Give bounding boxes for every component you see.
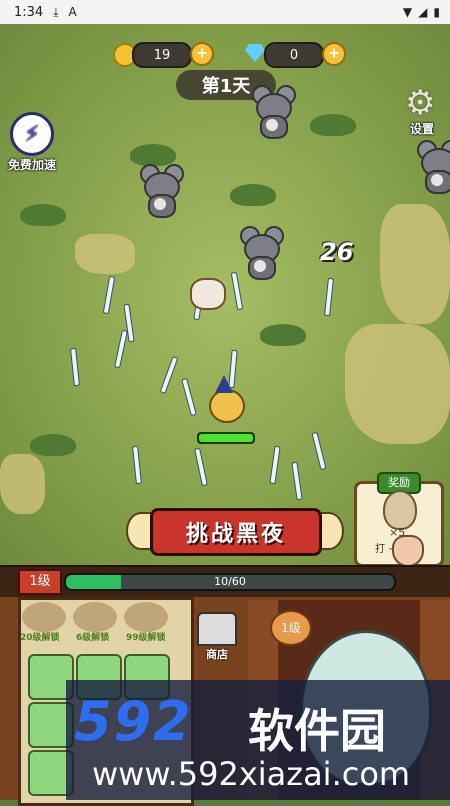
chicken-hero: [205, 375, 245, 425]
damage-number: 26: [320, 238, 354, 266]
unlock-label: 99级解锁: [126, 633, 166, 643]
dirt-patch: [345, 324, 450, 444]
bush: [230, 184, 276, 206]
locked-slot-icon: [73, 602, 117, 632]
add-gems-button[interactable]: +: [322, 42, 346, 66]
gem-value: 0: [289, 47, 299, 63]
settings-button[interactable]: ⚙ 设置: [405, 86, 439, 137]
bush: [260, 324, 306, 346]
bush: [310, 114, 356, 136]
lightning-clock-icon: ⚡: [10, 112, 54, 156]
bush: [30, 434, 76, 456]
shop-label: 商店: [206, 648, 228, 661]
dirt-patch: [0, 454, 45, 514]
watermark-number: 592: [74, 690, 193, 753]
coin-value: 19: [153, 47, 171, 63]
unlock-label: 6级解锁: [76, 633, 110, 643]
level-badge: 1级: [18, 569, 62, 595]
gear-icon: ⚙: [405, 83, 436, 123]
bush: [130, 144, 176, 166]
egg-icon: [383, 490, 417, 530]
battery-icon: ▮: [433, 5, 440, 19]
app-notification-icon: A: [68, 5, 77, 19]
signal-icon: ◢: [418, 5, 428, 19]
dirt-patch: [75, 234, 135, 274]
free-speed-button[interactable]: ⚡ 免费加速: [8, 112, 56, 173]
pointing-hand-icon: [392, 535, 424, 567]
gem-counter: 0: [264, 42, 324, 68]
shop-button[interactable]: 商店: [192, 612, 242, 662]
download-icon: ⤓: [53, 4, 59, 19]
free-speed-label: 免费加速: [8, 158, 57, 172]
watermark-url: www.592xiazai.com: [92, 755, 411, 793]
cat-ally: [190, 278, 226, 310]
coin-counter: 19: [132, 42, 192, 68]
unlock-label: 20级解锁: [20, 633, 60, 643]
stage-level-badge: 1级: [270, 610, 312, 646]
status-bar: 1:34 ⤓ A ▼ ◢ ▮: [0, 0, 450, 24]
shop-icon: [197, 612, 237, 646]
rat-enemy: [250, 85, 296, 139]
rat-enemy: [138, 164, 184, 218]
dirt-patch: [380, 204, 450, 324]
hero-health-bar: [197, 432, 255, 444]
rat-enemy: [415, 140, 450, 194]
bush: [20, 204, 66, 226]
watermark-text: 软件园: [248, 704, 386, 758]
status-time: 1:34: [14, 4, 44, 20]
add-coins-button[interactable]: +: [190, 42, 214, 66]
rat-enemy: [238, 226, 284, 280]
wifi-icon: ▼: [402, 5, 413, 19]
xp-text: 10/60: [214, 575, 246, 588]
challenge-night-button[interactable]: 挑战黑夜: [150, 508, 322, 556]
locked-slot-icon: [22, 602, 66, 632]
settings-label: 设置: [409, 122, 434, 136]
locked-slot-icon: [124, 602, 168, 632]
